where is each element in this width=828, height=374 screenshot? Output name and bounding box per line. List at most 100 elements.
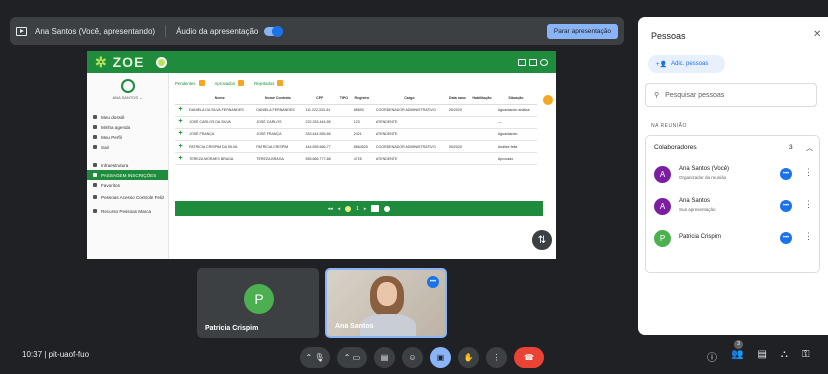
person-name: Ana Santos (679, 198, 711, 204)
column-header[interactable]: TIPO (337, 93, 351, 105)
column-header[interactable]: Data nasc (445, 93, 470, 105)
prev-page-icon[interactable]: ◂ (338, 206, 341, 212)
column-header[interactable] (175, 93, 187, 105)
page-number[interactable]: 1 (356, 206, 359, 212)
sidebar-item-dossie[interactable]: Meu dossiê (87, 112, 168, 122)
chevron-up-icon[interactable]: ︿ (806, 143, 813, 153)
more-vert-icon[interactable]: ⋮ (804, 167, 813, 178)
present-button[interactable]: ▣ (430, 347, 451, 368)
leave-call-button[interactable]: ☎ (514, 347, 544, 368)
person-role: Organizador da reunião (679, 175, 727, 180)
sidebar-item-favoritos[interactable]: Favoritos (87, 180, 168, 190)
column-header[interactable]: Habilitação (469, 93, 495, 105)
search-placeholder: Pesquisar pessoas (665, 91, 725, 99)
next-page-icon[interactable]: ▸ (364, 206, 367, 212)
presenter-label: Ana Santos (Você, apresentando) (35, 26, 156, 36)
power-icon[interactable] (540, 58, 548, 66)
tab-aprovados[interactable]: Aprovados (215, 80, 245, 86)
scroll-handle-icon[interactable] (542, 94, 554, 106)
list-item[interactable]: A Ana Santos (Você) Organizador da reuni… (654, 164, 814, 186)
user-label[interactable]: ANA SANTOS ⌄ (87, 95, 168, 100)
refresh-icon[interactable] (384, 205, 391, 212)
present-icon: ▣ (436, 353, 445, 362)
resource-icon (93, 209, 97, 213)
expand-icon[interactable]: + (175, 140, 187, 154)
expand-icon[interactable]: + (175, 116, 187, 129)
column-header[interactable]: CPF (302, 93, 338, 105)
camera-button[interactable]: ⌃ ▭ (337, 347, 367, 368)
registrations-table: Nome Nome Contrato CPF TIPO Registro Car… (175, 93, 537, 166)
section-label: NA REUNIÃO (651, 123, 687, 129)
sidebar-item-pessoas[interactable]: Pessoas Acesso Controle Feliz (87, 190, 168, 204)
person-name: Ana Santos (Você) (679, 166, 730, 172)
activities-icon[interactable]: ⛬ (781, 349, 788, 364)
expand-icon[interactable]: + (175, 104, 187, 117)
more-options-icon[interactable]: ••• (780, 200, 792, 212)
sidebar-item-infra[interactable]: Infraestrutura (87, 160, 168, 170)
clock: 10:37 (22, 350, 43, 359)
people-count-badge: 3 (734, 340, 743, 349)
more-options-icon[interactable]: ••• (780, 168, 792, 180)
search-people-input[interactable]: ⚲ Pesquisar pessoas (645, 83, 817, 107)
sidebar-item-sair[interactable]: Sair (87, 142, 168, 152)
raise-hand-button[interactable]: ✋ (458, 347, 479, 368)
add-people-button[interactable]: +👤 Adic. pessoas (648, 55, 725, 73)
list-icon (93, 173, 97, 177)
table-row[interactable]: + JOSÉ FRANÇA JOSÉ FRANÇA 333.444.555-66… (175, 128, 537, 142)
list-item[interactable]: A Ana Santos Sua apresentação ••• ⋮ (654, 196, 814, 218)
meeting-code: pit-uaof-fuo (48, 350, 90, 359)
window-icon[interactable] (529, 58, 537, 66)
first-page-icon[interactable]: ◂◂ (328, 206, 333, 212)
call-controls: ⌃ 🎙 ⌃ ▭ ▤ ☺ ▣ ✋ ⋮ ☎ (300, 347, 544, 368)
more-options-icon[interactable]: ••• (427, 276, 439, 288)
shared-screen: ✲ ZOE ANA SANTOS ⌄ Meu dossiê Minha agen… (87, 51, 556, 259)
tab-pendentes[interactable]: Pendentes (175, 80, 205, 86)
video-person-face (377, 282, 397, 306)
badge-icon (198, 80, 205, 86)
badge-icon (238, 80, 245, 86)
participant-tile-patricia[interactable]: P Patricia Crispim (197, 268, 319, 338)
column-header[interactable]: Nome (186, 93, 254, 105)
column-header[interactable]: Registro (350, 93, 373, 105)
expand-icon[interactable]: + (175, 152, 187, 166)
info-icon[interactable]: ⓘ (707, 349, 717, 364)
more-options-button[interactable]: ⋮ (486, 347, 507, 368)
table-row[interactable]: + PATRÍCIA CRISPIM DA SILVA PATRÍCIA CRI… (175, 140, 537, 154)
tab-rejeitados[interactable]: Rejeitados (254, 80, 284, 86)
app-header: ✲ ZOE (87, 51, 556, 73)
expand-icon[interactable]: + (175, 128, 187, 142)
captions-button[interactable]: ▤ (374, 347, 395, 368)
chat-icon[interactable]: ▤ (757, 349, 766, 364)
more-vert-icon[interactable]: ⋮ (804, 231, 813, 242)
presentation-audio-toggle[interactable] (264, 25, 284, 37)
hand-icon: ✋ (463, 353, 474, 362)
sidebar-item-agenda[interactable]: Minha agenda (87, 122, 168, 132)
table-row[interactable]: + DANIELA DA SILVA FERNANDES DANIELA FER… (175, 104, 537, 117)
stop-presenting-button[interactable]: Parar apresentação (546, 23, 618, 39)
mic-button[interactable]: ⌃ 🎙 (300, 347, 330, 368)
table-row[interactable]: + TEREZA MORAES BRAGA TEREZA BRAGA 555.6… (175, 152, 537, 166)
close-icon[interactable]: ✕ (813, 29, 821, 40)
emoji-button[interactable]: ☺ (402, 347, 423, 368)
sidebar-item-inscricoes[interactable]: PASSAGEM INSCRIÇÕES (87, 170, 168, 180)
badge-icon (277, 80, 284, 86)
people-icon[interactable]: 👥 3 (731, 340, 743, 364)
page-size-select[interactable] (371, 205, 380, 212)
column-header[interactable]: Cargo (372, 93, 446, 105)
sidebar-item-perfil[interactable]: Meu Perfil (87, 132, 168, 142)
action-fab-icon[interactable]: ⇅ (532, 230, 552, 250)
lock-icon[interactable]: ⚿ (802, 349, 810, 364)
menu-toggle-icon[interactable] (156, 56, 168, 68)
more-options-icon[interactable]: ••• (780, 232, 792, 244)
monitor-icon[interactable] (518, 58, 526, 66)
sidebar-item-recurso[interactable]: Recurso Pessoas Marca (87, 204, 168, 218)
column-header[interactable]: Situação (494, 93, 537, 105)
participant-tile-ana[interactable]: ••• Ana Santos (325, 268, 447, 338)
current-page-indicator (345, 205, 352, 212)
table-row[interactable]: + JOSÉ CARLOS DA SILVA JOSÉ CARLOS 222.3… (175, 116, 537, 129)
app-sidebar: ANA SANTOS ⌄ Meu dossiê Minha agenda Meu… (87, 73, 169, 259)
star-icon (93, 183, 97, 187)
more-vert-icon[interactable]: ⋮ (804, 199, 813, 210)
column-header[interactable]: Nome Contrato (253, 93, 303, 105)
list-item[interactable]: P Patricia Crispim ••• ⋮ (654, 228, 814, 250)
